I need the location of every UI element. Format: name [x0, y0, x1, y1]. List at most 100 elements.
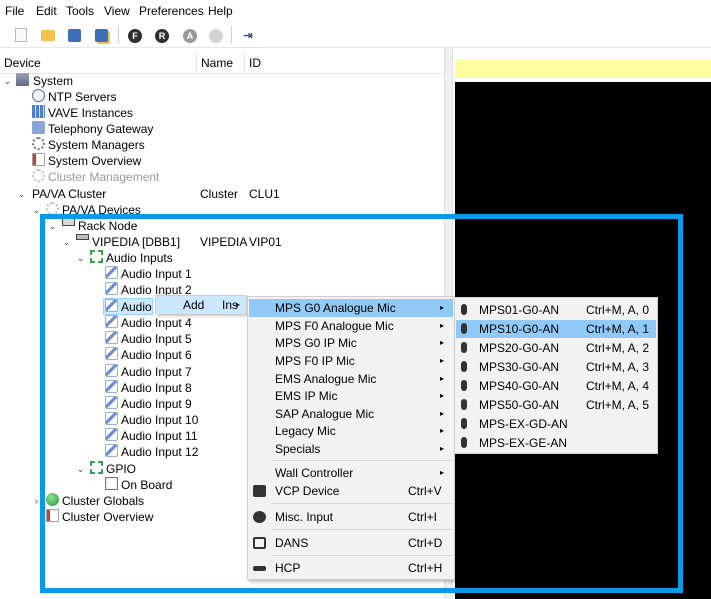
- menu-item-ems-ip-mic[interactable]: EMS IP Mic ▸: [249, 387, 453, 405]
- menu-item-mic-model[interactable]: MPS50-G0-AN Ctrl+M, A, 5: [456, 396, 656, 414]
- f-circle-icon[interactable]: F: [128, 29, 142, 43]
- new-document-icon[interactable]: [15, 28, 27, 42]
- menu-preferences[interactable]: Preferences: [139, 4, 204, 18]
- menu-item-shortcut: Ctrl+D: [408, 536, 443, 550]
- menu-item-label: MPS10-G0-AN: [479, 322, 560, 336]
- collapse-icon[interactable]: ⌄: [62, 234, 71, 250]
- save-icon[interactable]: [68, 29, 81, 42]
- menu-item-mps-f0-ip-mic[interactable]: MPS F0 IP Mic ▸: [249, 352, 453, 370]
- tree-item-system-managers[interactable]: System Managers: [48, 137, 145, 153]
- tree-item-vave-instances[interactable]: VAVE Instances: [48, 105, 133, 121]
- tree-item-audio-input[interactable]: Audio Input 11: [121, 428, 198, 444]
- tree-item-audio-input[interactable]: Audio Input 5: [121, 331, 192, 347]
- tree-item-audio-inputs[interactable]: Audio Inputs: [106, 250, 173, 266]
- menu-item-sap-analogue-mic[interactable]: SAP Analogue Mic ▸: [249, 405, 453, 423]
- collapse-icon[interactable]: ⌄: [17, 186, 26, 202]
- column-header-device[interactable]: Device: [4, 56, 41, 70]
- microphone-icon: [461, 399, 467, 410]
- menu-item-add[interactable]: Add Ins ▸: [156, 296, 246, 314]
- tree-item-telephony-gateway[interactable]: Telephony Gateway: [48, 121, 153, 137]
- menu-item-mps-f0-analogue-mic[interactable]: MPS F0 Analogue Mic ▸: [249, 317, 453, 335]
- microphone-icon: [461, 418, 467, 429]
- menu-item-legacy-mic[interactable]: Legacy Mic ▸: [249, 422, 453, 440]
- microphone-icon: [105, 299, 118, 312]
- collapse-icon[interactable]: ⌄: [32, 202, 41, 218]
- menu-item-label: SAP Analogue Mic: [275, 407, 375, 421]
- menu-item-mic-model[interactable]: MPS-EX-GD-AN: [456, 415, 656, 433]
- gear-icon: [32, 137, 45, 150]
- menu-item-misc-input[interactable]: Misc. Input Ctrl+I: [249, 508, 453, 526]
- tree-item-system-overview[interactable]: System Overview: [48, 153, 141, 169]
- menu-item-mic-model[interactable]: MPS30-G0-AN Ctrl+M, A, 3: [456, 358, 656, 376]
- import-icon[interactable]: ⇥: [240, 27, 256, 43]
- tree-item-cluster-management[interactable]: Cluster Management: [48, 169, 159, 185]
- menu-item-shortcut: Ctrl+M, A, 5: [586, 398, 650, 412]
- phone-icon: [32, 121, 45, 134]
- tree-item-audio-input[interactable]: Audio Input 1: [121, 266, 192, 282]
- menu-item-mic-model[interactable]: MPS20-G0-AN Ctrl+M, A, 2: [456, 339, 656, 357]
- chevron-right-icon: ▸: [440, 391, 445, 400]
- tree-item-rack-node[interactable]: Rack Node: [78, 218, 137, 234]
- menu-item-dans[interactable]: DANS Ctrl+D: [249, 534, 453, 552]
- menu-item-specials[interactable]: Specials ▸: [249, 440, 453, 458]
- menu-item-label: VCP Device: [275, 484, 340, 498]
- menu-view[interactable]: View: [104, 4, 130, 18]
- tree-item-audio-input[interactable]: Audio Input 4: [121, 315, 192, 331]
- menu-item-vcp-device[interactable]: VCP Device Ctrl+V: [249, 482, 453, 500]
- menu-item-mic-model[interactable]: MPS-EX-GE-AN: [456, 434, 656, 452]
- tree-item-audio-input[interactable]: Audio Input 6: [121, 347, 192, 363]
- microphone-icon: [461, 323, 467, 334]
- save-as-icon[interactable]: [95, 29, 108, 42]
- menu-item-ems-analogue-mic[interactable]: EMS Analogue Mic ▸: [249, 370, 453, 388]
- menu-item-mic-model[interactable]: MPS01-G0-AN Ctrl+M, A, 0: [456, 301, 656, 319]
- toolbar-separator: [118, 26, 119, 44]
- expand-icon[interactable]: ›: [32, 493, 41, 509]
- tree-item-system[interactable]: System: [33, 73, 73, 89]
- chevron-right-icon: ▸: [440, 444, 445, 453]
- menu-help[interactable]: Help: [208, 4, 233, 18]
- gpio-icon: [90, 461, 103, 474]
- tree-item-audio-input[interactable]: Audio Input 8: [121, 380, 192, 396]
- tree-item-audio-input[interactable]: Audio Input 9: [121, 396, 192, 412]
- tree-item-audio-input[interactable]: Audio Input 12: [121, 444, 198, 460]
- tree-item-audio-input[interactable]: Audio Input 7: [121, 364, 192, 380]
- menu-item-mic-model[interactable]: MPS40-G0-AN Ctrl+M, A, 4: [456, 377, 656, 395]
- tree-item-cluster-globals[interactable]: Cluster Globals: [62, 493, 144, 509]
- tree-item-ntp-servers[interactable]: NTP Servers: [48, 89, 116, 105]
- r-circle-icon[interactable]: R: [155, 29, 169, 43]
- collapse-icon[interactable]: ⌄: [76, 250, 85, 266]
- menu-item-mic-model[interactable]: MPS10-G0-AN Ctrl+M, A, 1: [456, 320, 656, 338]
- collapse-icon[interactable]: ⌄: [76, 461, 85, 477]
- collapse-icon[interactable]: ⌄: [48, 218, 57, 234]
- a-circle-icon[interactable]: A: [183, 29, 197, 43]
- menu-item-label: MPS01-G0-AN: [479, 303, 560, 317]
- column-header-id[interactable]: ID: [249, 56, 261, 70]
- menu-item-shortcut: Ctrl+M, A, 3: [586, 360, 650, 374]
- tree-item-gpio[interactable]: GPIO: [106, 461, 136, 477]
- menu-item-hcp[interactable]: HCP Ctrl+H: [249, 559, 453, 577]
- tree-item-on-board[interactable]: On Board: [121, 477, 172, 493]
- tree-item-vipedia[interactable]: VIPEDIA [DBB1]: [92, 234, 180, 250]
- tree-item-audio-input[interactable]: Audio Input 10: [121, 412, 198, 428]
- collapse-icon[interactable]: ⌄: [3, 73, 12, 89]
- menu-item-label: MPS-EX-GD-AN: [479, 417, 568, 431]
- open-folder-icon[interactable]: [41, 30, 55, 41]
- menu-file[interactable]: File: [5, 4, 24, 18]
- column-divider[interactable]: [196, 52, 197, 72]
- menu-item-mps-g0-analogue-mic[interactable]: MPS G0 Analogue Mic ▸: [249, 299, 453, 317]
- column-header-name[interactable]: Name: [201, 56, 233, 70]
- globe-icon[interactable]: [209, 29, 223, 43]
- column-divider[interactable]: [244, 52, 245, 72]
- menu-item-wall-controller[interactable]: Wall Controller ▸: [249, 464, 453, 482]
- tree-item-pava-cluster[interactable]: PA/VA Cluster: [32, 186, 106, 202]
- tree-item-cluster-overview[interactable]: Cluster Overview: [62, 509, 153, 525]
- menu-tools[interactable]: Tools: [66, 4, 94, 18]
- tree-item-pava-devices[interactable]: PA/VA Devices: [62, 202, 141, 218]
- tree-item-audio-input-selected[interactable]: Audio: [121, 299, 152, 315]
- microphone-icon: [105, 282, 118, 295]
- menu-edit[interactable]: Edit: [36, 4, 57, 18]
- menu-item-mps-g0-ip-mic[interactable]: MPS G0 IP Mic ▸: [249, 334, 453, 352]
- menu-item-label: HCP: [275, 561, 301, 575]
- chevron-right-icon: ▸: [440, 374, 445, 383]
- menu-item-label: MPS50-G0-AN: [479, 398, 560, 412]
